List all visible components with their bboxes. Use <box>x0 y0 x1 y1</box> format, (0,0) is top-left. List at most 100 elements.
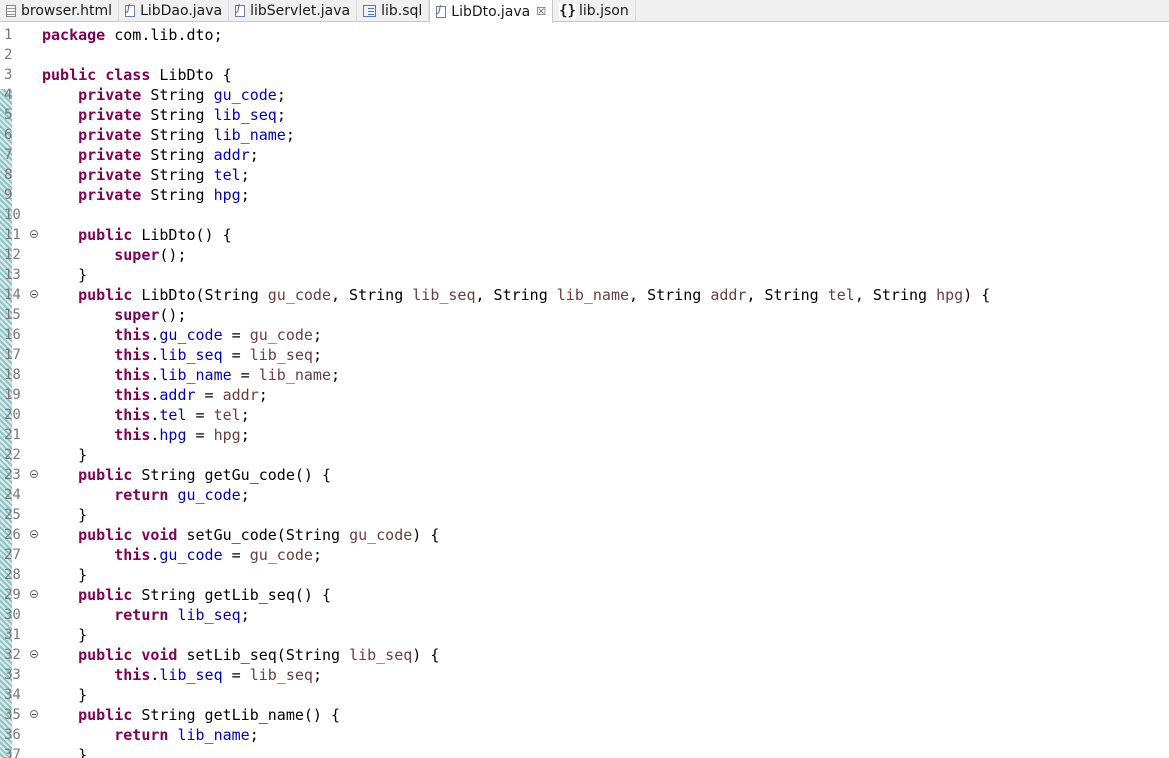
line-number: 25 <box>4 507 21 523</box>
code-line[interactable]: 32 public void setLib_seq(String lib_seq… <box>0 645 1169 665</box>
code-text: public class LibDto { <box>42 66 232 84</box>
code-text: this.tel = tel; <box>114 406 250 424</box>
fold-collapse-icon[interactable] <box>30 590 38 598</box>
close-tab-icon[interactable]: ☒ <box>536 5 546 18</box>
java-file-icon <box>235 3 246 17</box>
line-number: 12 <box>4 247 21 263</box>
code-line[interactable]: 28 } <box>0 565 1169 585</box>
line-number: 3 <box>4 67 13 83</box>
line-number: 20 <box>4 407 21 423</box>
code-text: package com.lib.dto; <box>42 26 223 44</box>
code-line[interactable]: 34 } <box>0 685 1169 705</box>
code-text: } <box>42 626 88 644</box>
code-line[interactable]: 18 this.lib_name = lib_name; <box>0 365 1169 385</box>
line-number: 37 <box>4 747 21 758</box>
line-number: 23 <box>4 467 21 483</box>
code-line[interactable]: 26 public void setGu_code(String gu_code… <box>0 525 1169 545</box>
code-line[interactable]: 15 super(); <box>0 305 1169 325</box>
fold-collapse-icon[interactable] <box>30 650 38 658</box>
tab-label: libServlet.java <box>250 3 351 19</box>
code-line[interactable]: 6 private String lib_name; <box>0 125 1169 145</box>
code-line[interactable]: 17 this.lib_seq = lib_seq; <box>0 345 1169 365</box>
code-line[interactable]: 31 } <box>0 625 1169 645</box>
code-text: this.hpg = hpg; <box>114 426 250 444</box>
code-line[interactable]: 13 } <box>0 265 1169 285</box>
line-number: 8 <box>4 167 13 183</box>
code-line[interactable]: 19 this.addr = addr; <box>0 385 1169 405</box>
code-text: } <box>42 446 88 464</box>
line-number: 19 <box>4 387 21 403</box>
code-line[interactable]: 23 public String getGu_code() { <box>0 465 1169 485</box>
fold-collapse-icon[interactable] <box>30 230 38 238</box>
code-line[interactable]: 10 <box>0 205 1169 225</box>
code-text: public void setGu_code(String gu_code) { <box>78 526 440 544</box>
code-line[interactable]: 4 private String gu_code; <box>0 85 1169 105</box>
code-line[interactable]: 1 package com.lib.dto; <box>0 25 1169 45</box>
line-number: 21 <box>4 427 21 443</box>
code-line[interactable]: 3 public class LibDto { <box>0 65 1169 85</box>
code-text: this.lib_seq = lib_seq; <box>114 346 322 364</box>
code-editor[interactable]: 1 package com.lib.dto; 2 3 public class LibD… <box>0 23 1169 758</box>
line-number: 27 <box>4 547 21 563</box>
code-line[interactable]: 12 super(); <box>0 245 1169 265</box>
code-line[interactable]: 9 private String hpg; <box>0 185 1169 205</box>
code-line[interactable]: 8 private String tel; <box>0 165 1169 185</box>
code-line[interactable]: 14 public LibDto(String gu_code, String … <box>0 285 1169 305</box>
code-line[interactable]: 33 this.lib_seq = lib_seq; <box>0 665 1169 685</box>
code-line[interactable]: 16 this.gu_code = gu_code; <box>0 325 1169 345</box>
code-text: this.gu_code = gu_code; <box>114 326 322 344</box>
tab-label: lib.sql <box>381 3 423 19</box>
code-line[interactable]: 37 } <box>0 745 1169 758</box>
tab-libdto-java[interactable]: LibDto.java ☒ <box>429 0 554 23</box>
line-number: 28 <box>4 567 21 583</box>
code-line[interactable]: 21 this.hpg = hpg; <box>0 425 1169 445</box>
code-line[interactable]: 27 this.gu_code = gu_code; <box>0 545 1169 565</box>
code-line[interactable]: 20 this.tel = tel; <box>0 405 1169 425</box>
html-file-icon <box>6 5 16 17</box>
code-text: super(); <box>114 306 187 324</box>
tab-label: LibDao.java <box>140 3 223 19</box>
code-text: private String gu_code; <box>78 86 286 104</box>
fold-collapse-icon[interactable] <box>30 530 38 538</box>
code-line[interactable]: 24 return gu_code; <box>0 485 1169 505</box>
code-text: public String getLib_name() { <box>78 706 341 724</box>
json-file-icon: {} <box>559 3 576 19</box>
code-text: public String getGu_code() { <box>78 466 331 484</box>
fold-collapse-icon[interactable] <box>30 290 38 298</box>
code-text: this.lib_name = lib_name; <box>114 366 341 384</box>
line-number: 13 <box>4 267 21 283</box>
line-number: 33 <box>4 667 21 683</box>
line-number: 11 <box>4 227 21 243</box>
tab-lib-json[interactable]: {} lib.json <box>553 0 636 22</box>
tab-libdao-java[interactable]: LibDao.java <box>119 0 230 22</box>
code-text: } <box>42 506 88 524</box>
code-line[interactable]: 5 private String lib_seq; <box>0 105 1169 125</box>
code-line[interactable]: 30 return lib_seq; <box>0 605 1169 625</box>
code-text: public LibDto(String gu_code, String lib… <box>78 286 991 304</box>
code-line[interactable]: 11 public LibDto() { <box>0 225 1169 245</box>
fold-collapse-icon[interactable] <box>30 470 38 478</box>
line-number: 10 <box>4 207 21 223</box>
code-line[interactable]: 22 } <box>0 445 1169 465</box>
tab-libservlet-java[interactable]: libServlet.java <box>229 0 358 22</box>
line-number: 9 <box>4 187 13 203</box>
java-file-icon <box>436 4 447 18</box>
code-line[interactable]: 2 <box>0 45 1169 65</box>
line-number: 4 <box>4 87 13 103</box>
tab-lib-sql[interactable]: lib.sql <box>357 0 430 22</box>
line-number: 2 <box>4 47 13 63</box>
line-number: 29 <box>4 587 21 603</box>
tab-browser-html[interactable]: browser.html <box>0 0 120 22</box>
tab-label: LibDto.java <box>451 3 531 20</box>
code-line[interactable]: 7 private String addr; <box>0 145 1169 165</box>
fold-collapse-icon[interactable] <box>30 710 38 718</box>
code-line[interactable]: 25 } <box>0 505 1169 525</box>
code-text: private String hpg; <box>78 186 250 204</box>
line-number: 24 <box>4 487 21 503</box>
code-line[interactable]: 36 return lib_name; <box>0 725 1169 745</box>
code-line[interactable]: 29 public String getLib_seq() { <box>0 585 1169 605</box>
line-number: 18 <box>4 367 21 383</box>
code-text: private String addr; <box>78 146 259 164</box>
line-number: 16 <box>4 327 21 343</box>
code-line[interactable]: 35 public String getLib_name() { <box>0 705 1169 725</box>
